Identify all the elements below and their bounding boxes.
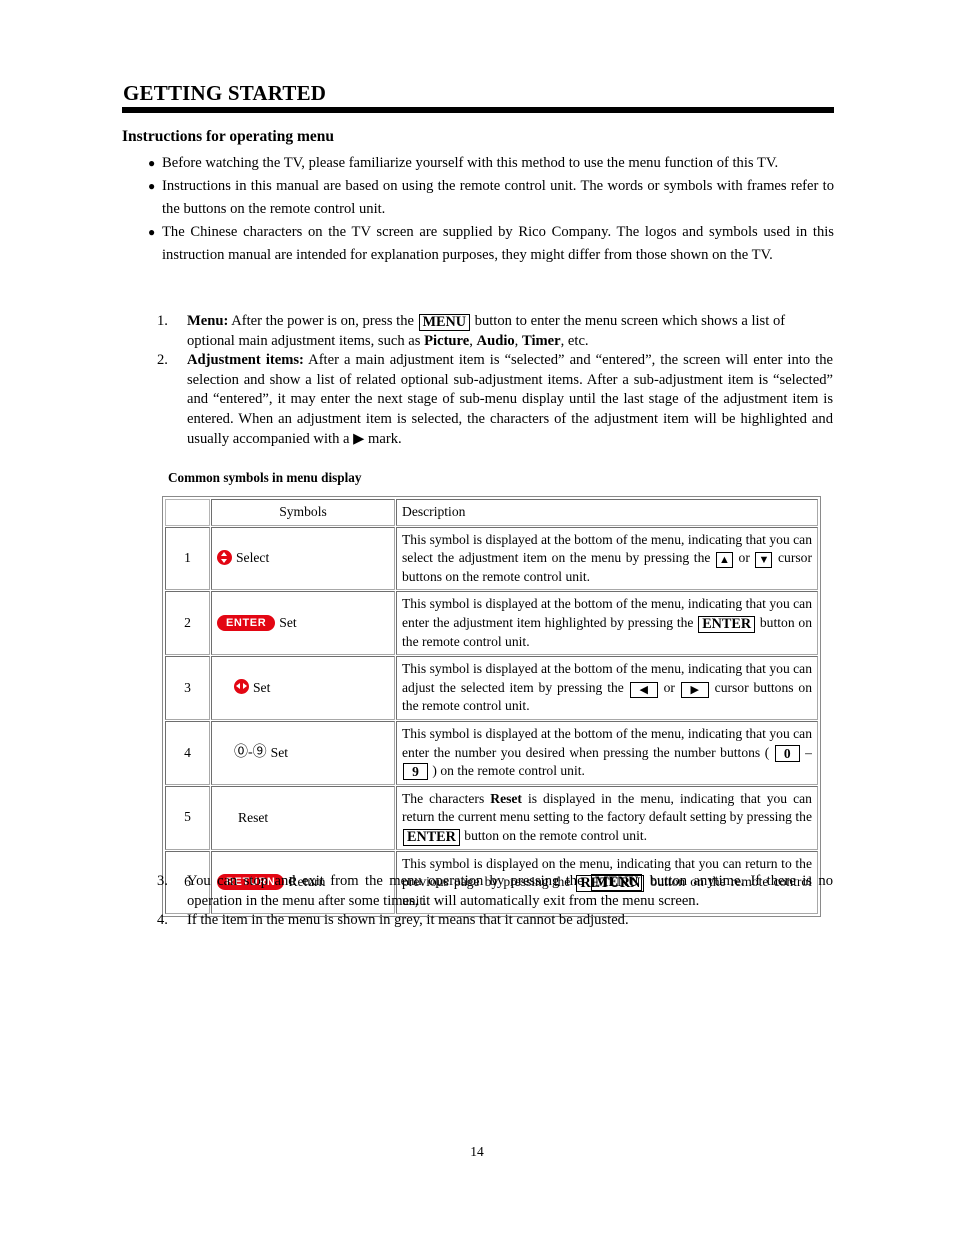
- table-row: 3 Set This symbol is displayed at the bo…: [165, 656, 818, 720]
- desc-mid: or: [733, 550, 755, 566]
- desc-mid: –: [800, 744, 812, 760]
- row-index: 2: [165, 591, 210, 656]
- table-caption: Common symbols in menu display: [168, 470, 362, 485]
- row-symbol: Reset: [211, 785, 395, 850]
- step-text-part1: You can stop and exit from the menu oper…: [187, 873, 590, 889]
- step-number: 4.: [157, 912, 168, 929]
- emphasis-timer: Timer: [521, 332, 561, 349]
- desc-part1: This symbol is displayed at the bottom o…: [402, 725, 813, 760]
- table-row: 1 Select This symbol is displayed at the…: [165, 526, 818, 591]
- arrow-down-keycap[interactable]: ▼: [755, 552, 773, 569]
- page-number: 14: [470, 1144, 484, 1159]
- list-item: 3. You can stop and exit from the menu o…: [155, 872, 833, 911]
- row-index: 5: [165, 785, 210, 850]
- symbol-label: Reset: [238, 809, 269, 825]
- updown-arrows-icon: [217, 549, 232, 565]
- leftright-arrows-icon: [234, 679, 249, 695]
- bullet-text: The Chinese characters on the TV screen …: [162, 224, 834, 263]
- list-item: ● Before watching the TV, please familia…: [148, 152, 834, 175]
- title-rule-divider: [122, 107, 834, 113]
- table-body: 1 Select This symbol is displayed at the…: [165, 526, 818, 915]
- list-item: ● Instructions in this manual are based …: [148, 175, 834, 221]
- circled-digits-icon: ⓪-⑨: [234, 745, 267, 761]
- numbered-steps-bottom: 3. You can stop and exit from the menu o…: [155, 872, 833, 931]
- bullet-dot-icon: ●: [148, 179, 156, 193]
- row-description: The characters Reset is displayed in the…: [396, 785, 818, 850]
- table-header: Symbols Description: [165, 499, 818, 526]
- table-row: 5 Reset The characters Reset is displaye…: [165, 785, 818, 850]
- row-symbol: ⓪-⑨ Set: [211, 720, 395, 785]
- row-description: This symbol is displayed at the bottom o…: [396, 656, 818, 720]
- emphasis-picture: Picture: [424, 332, 470, 349]
- menu-keycap[interactable]: MENU: [590, 874, 643, 891]
- enter-badge-icon: ENTER: [217, 614, 276, 631]
- enter-keycap[interactable]: ENTER: [403, 828, 460, 846]
- separator: ,: [469, 332, 477, 349]
- step-text-part1: If the item in the menu is shown in grey…: [187, 912, 629, 929]
- column-header-symbols: Symbols: [211, 499, 395, 526]
- row-symbol: ENTER Set: [211, 591, 395, 656]
- step-number: 3.: [157, 873, 168, 889]
- step-lead-label: Menu:: [187, 313, 229, 329]
- bullet-text: Instructions in this manual are based on…: [162, 178, 834, 217]
- symbols-table: Symbols Description 1 Select This symbol…: [164, 498, 819, 915]
- arrow-right-keycap[interactable]: ▶: [680, 681, 709, 698]
- list-item: 2. Adjustment items: After a main adjust…: [155, 351, 833, 449]
- number-nine-keycap[interactable]: 9: [403, 763, 428, 781]
- emphasis-audio: Audio: [476, 332, 515, 349]
- row-index: 1: [165, 526, 210, 591]
- step-text: You can stop and exit from the menu oper…: [187, 872, 833, 911]
- bullet-dot-icon: ●: [148, 225, 156, 239]
- list-item: 4. If the item in the menu is shown in g…: [155, 911, 833, 931]
- symbol-label: Set: [270, 744, 289, 760]
- separator: ,: [514, 332, 522, 349]
- document-page: GETTING STARTED Instructions for operati…: [0, 0, 954, 1235]
- desc-mid: or: [658, 679, 680, 695]
- step-text: If the item in the menu is shown in grey…: [187, 911, 833, 931]
- list-item: ● The Chinese characters on the TV scree…: [148, 221, 834, 267]
- page-title: GETTING STARTED: [123, 81, 327, 105]
- menu-keycap[interactable]: MENU: [418, 314, 470, 331]
- desc-part2: ) on the remote control unit.: [429, 763, 585, 779]
- step-text: Menu: After the power is on, press the M…: [187, 312, 833, 351]
- bullet-list: ● Before watching the TV, please familia…: [148, 152, 834, 267]
- desc-part2: button on the remote control unit.: [460, 827, 648, 843]
- row-index: 4: [165, 720, 210, 785]
- section-heading: Instructions for operating menu: [122, 128, 334, 145]
- step-text-tail: , etc.: [560, 332, 589, 349]
- row-index: 3: [165, 656, 210, 720]
- symbols-table-container: Symbols Description 1 Select This symbol…: [162, 496, 821, 918]
- step-number: 1.: [157, 313, 168, 329]
- step-lead-label: Adjustment items:: [187, 352, 304, 369]
- symbol-label: Set: [279, 615, 297, 631]
- enter-keycap[interactable]: ENTER: [698, 615, 756, 633]
- column-header-index: [165, 499, 210, 526]
- page-header: GETTING STARTED: [122, 82, 834, 113]
- arrow-up-keycap[interactable]: ▲: [715, 552, 733, 569]
- symbol-label: Set: [253, 680, 271, 696]
- desc-part1: The characters: [402, 790, 491, 806]
- bullet-dot-icon: ●: [148, 156, 156, 170]
- step-number: 2.: [157, 352, 168, 369]
- row-description: This symbol is displayed at the bottom o…: [396, 591, 818, 656]
- row-description: This symbol is displayed at the bottom o…: [396, 720, 818, 785]
- table-header-row: Symbols Description: [165, 499, 818, 526]
- desc-emphasis-reset: Reset: [490, 790, 522, 806]
- step-text: Adjustment items: After a main adjustmen…: [187, 351, 833, 449]
- list-item: 1. Menu: After the power is on, press th…: [155, 312, 833, 351]
- row-symbol: Select: [211, 526, 395, 591]
- numbered-steps-top: 1. Menu: After the power is on, press th…: [155, 312, 833, 449]
- row-symbol: Set: [211, 656, 395, 720]
- column-header-description: Description: [396, 499, 818, 526]
- number-zero-keycap[interactable]: 0: [774, 744, 800, 762]
- table-row: 4 ⓪-⑨ Set This symbol is displayed at the…: [165, 720, 818, 785]
- step-text-part1: After the power is on, press the: [228, 313, 418, 329]
- symbol-label: Select: [236, 550, 270, 566]
- bullet-text: Before watching the TV, please familiari…: [162, 155, 779, 171]
- arrow-left-keycap[interactable]: ◀: [629, 681, 658, 698]
- table-row: 2 ENTER Set This symbol is displayed at t…: [165, 591, 818, 656]
- row-description: This symbol is displayed at the bottom o…: [396, 526, 818, 591]
